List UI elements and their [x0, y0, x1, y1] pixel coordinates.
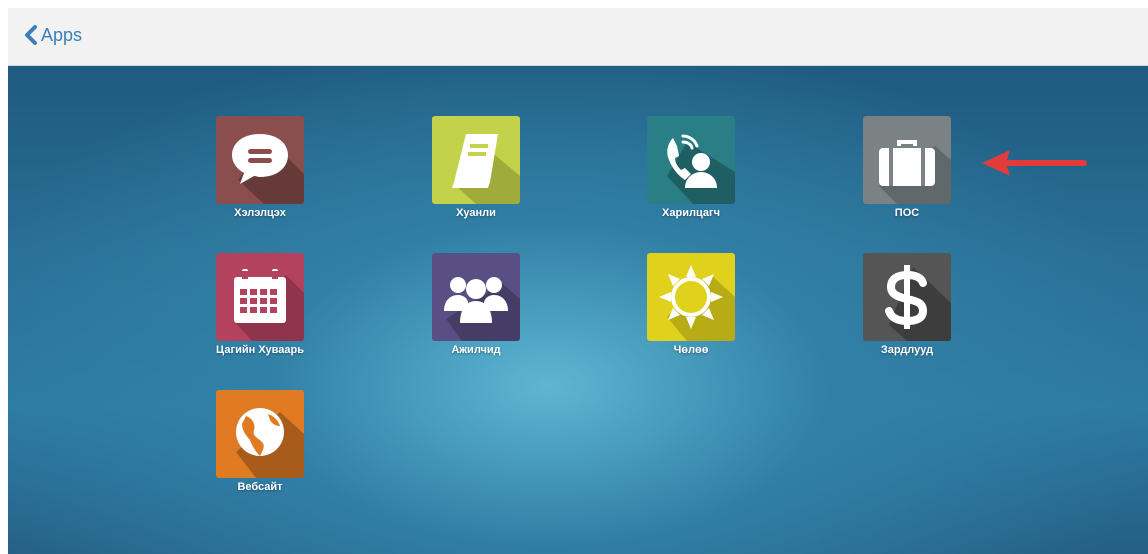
- chevron-left-icon: [25, 25, 37, 45]
- app-grid: Хэлэлцэх Хуанли Харилцагч ПОС Цагийн Хув…: [8, 66, 1148, 554]
- phone-contact-icon: [667, 134, 735, 204]
- app-contacts-tile: [647, 116, 735, 204]
- app-employees-tile: [432, 253, 520, 341]
- globe-icon: [236, 408, 304, 478]
- app-expenses[interactable]: Зардлууд: [842, 253, 972, 363]
- briefcase-icon: [879, 140, 951, 204]
- app-employees-label: Ажилчид: [451, 344, 501, 356]
- top-bar: Apps: [8, 8, 1148, 66]
- app-calendar-notes[interactable]: Хуанли: [411, 116, 541, 226]
- app-employees[interactable]: Ажилчид: [411, 253, 541, 363]
- app-pos-label: ПОС: [894, 207, 920, 219]
- app-timesheet-tile: [216, 253, 304, 341]
- app-timesheet[interactable]: Цагийн Хуваарь: [195, 253, 325, 363]
- app-discuss-label: Хэлэлцэх: [234, 207, 286, 219]
- back-label: Apps: [41, 25, 83, 45]
- chat-bubble-icon: [232, 134, 304, 204]
- app-discuss-tile: [216, 116, 304, 204]
- app-contacts-label: Харилцагч: [662, 207, 720, 219]
- app-contacts[interactable]: Харилцагч: [626, 116, 756, 226]
- app-pos[interactable]: ПОС: [842, 116, 972, 226]
- app-leaves[interactable]: Чөлөө: [626, 253, 756, 363]
- app-timesheet-label: Цагийн Хуваарь: [215, 344, 304, 356]
- app-expenses-label: Зардлууд: [880, 344, 934, 356]
- app-window: Apps Хэлэлцэх Хуанли Харилцагч ПОС Цагий…: [8, 8, 1148, 554]
- calendar-icon: [234, 269, 304, 341]
- notebook-icon: [452, 134, 520, 204]
- app-leaves-tile: [647, 253, 735, 341]
- app-discuss[interactable]: Хэлэлцэх: [195, 116, 325, 226]
- dollar-icon: [885, 265, 951, 341]
- app-website-tile: [216, 390, 304, 478]
- red-pointer-arrow: [982, 150, 1087, 176]
- app-website[interactable]: Вебсайт: [195, 390, 325, 500]
- people-icon: [444, 277, 520, 341]
- back-to-apps-button[interactable]: Apps: [24, 22, 82, 48]
- sun-icon: [659, 265, 735, 341]
- app-notes-label: Хуанли: [456, 207, 496, 219]
- app-pos-tile: [863, 116, 951, 204]
- app-expenses-tile: [863, 253, 951, 341]
- app-leaves-label: Чөлөө: [673, 344, 709, 356]
- app-notes-tile: [432, 116, 520, 204]
- app-website-label: Вебсайт: [237, 481, 283, 493]
